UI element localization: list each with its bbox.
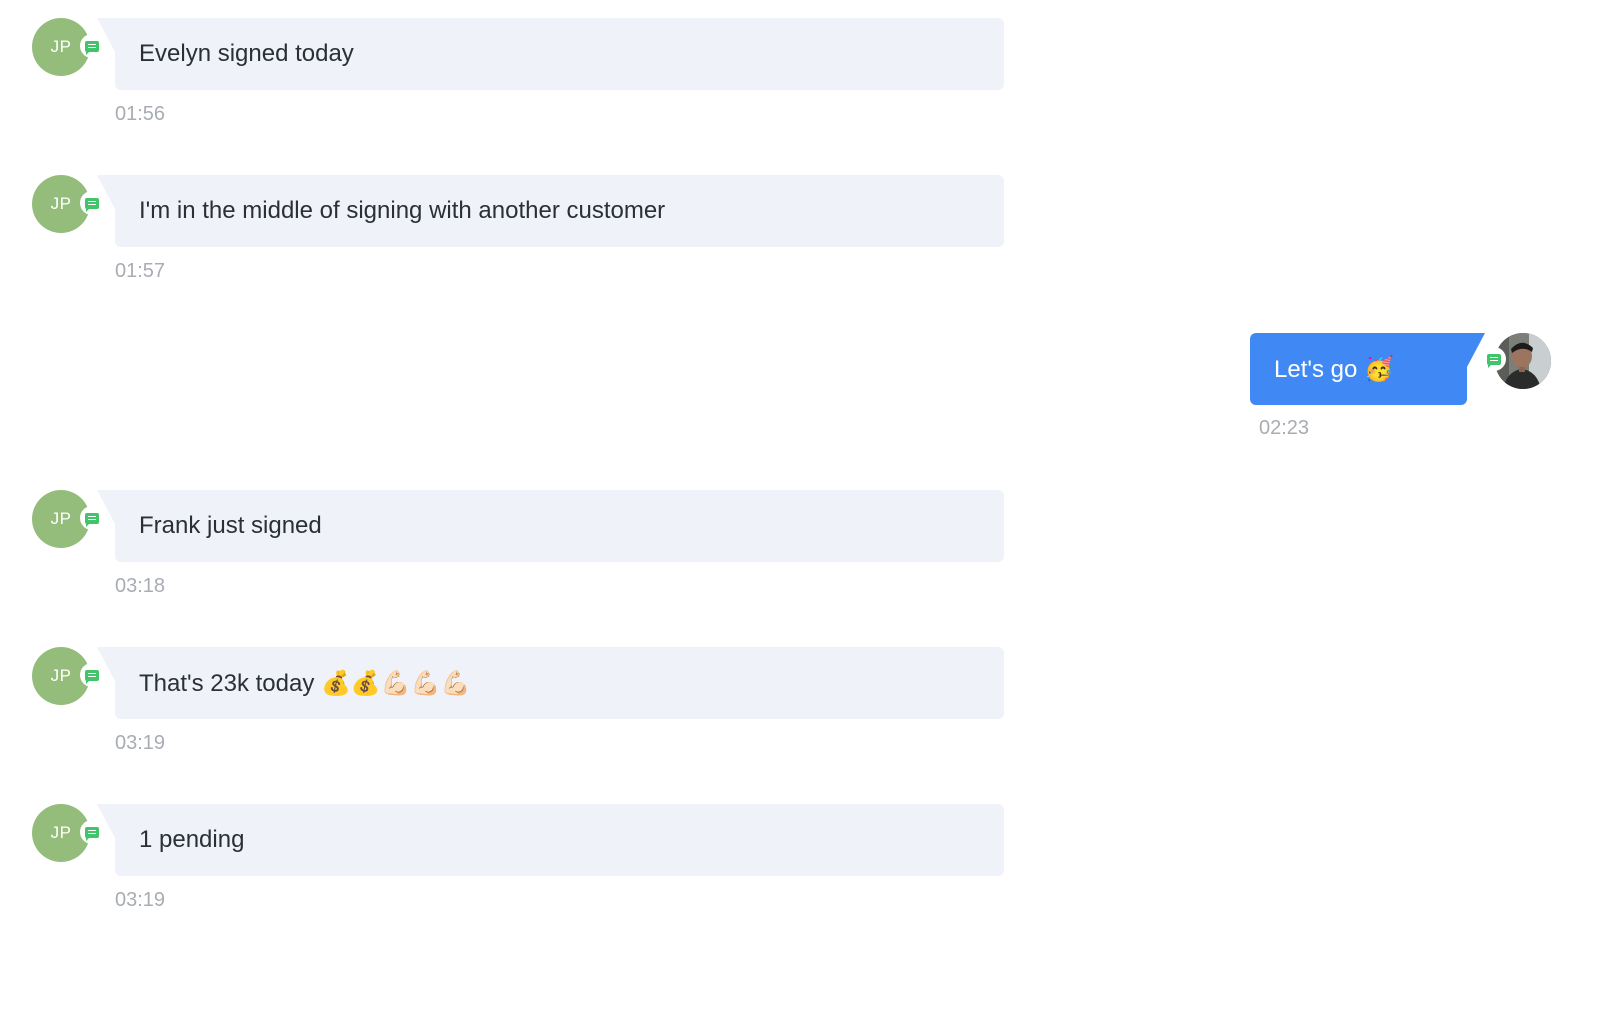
message-bubble[interactable]: I'm in the middle of signing with anothe… bbox=[97, 175, 1004, 247]
message-text: 1 pending bbox=[139, 826, 245, 853]
message-incoming: JP I'm in the middle of signing with ano… bbox=[0, 157, 1100, 287]
message-bubble[interactable]: That's 23k today 💰💰💪🏻💪🏻💪🏻 bbox=[97, 647, 1004, 719]
message-bubble[interactable]: Frank just signed bbox=[97, 490, 1004, 562]
message-bubble[interactable]: Evelyn signed today bbox=[97, 18, 1004, 90]
message-thread: JP Evelyn signed today 01:56 JP I'm in t… bbox=[0, 0, 1597, 1014]
message-text: Frank just signed bbox=[139, 512, 322, 539]
message-timestamp: 03:18 bbox=[115, 575, 166, 597]
message-timestamp: 01:57 bbox=[115, 260, 166, 282]
message-text: I'm in the middle of signing with anothe… bbox=[139, 197, 666, 224]
message-incoming: JP That's 23k today 💰💰💪🏻💪🏻💪🏻 03:19 bbox=[0, 629, 1100, 759]
message-timestamp: 02:23 bbox=[1259, 417, 1310, 439]
chat-icon bbox=[1482, 347, 1506, 371]
message-bubble[interactable]: Let's go 🥳 bbox=[1250, 333, 1485, 405]
message-timestamp: 03:19 bbox=[115, 732, 166, 754]
message-timestamp: 01:56 bbox=[115, 103, 166, 125]
message-outgoing: Let's go 🥳 02:23 bbox=[1200, 0, 1597, 439]
message-incoming: JP Frank just signed 03:18 bbox=[0, 472, 1100, 602]
message-text: Evelyn signed today bbox=[139, 40, 354, 67]
message-incoming: JP Evelyn signed today 01:56 bbox=[0, 0, 1100, 130]
message-text: That's 23k today 💰💰💪🏻💪🏻💪🏻 bbox=[139, 669, 471, 697]
message-incoming: JP 1 pending 03:19 bbox=[0, 786, 1100, 916]
message-timestamp: 03:19 bbox=[115, 889, 166, 911]
message-bubble[interactable]: 1 pending bbox=[97, 804, 1004, 876]
message-text: Let's go 🥳 bbox=[1274, 355, 1394, 383]
